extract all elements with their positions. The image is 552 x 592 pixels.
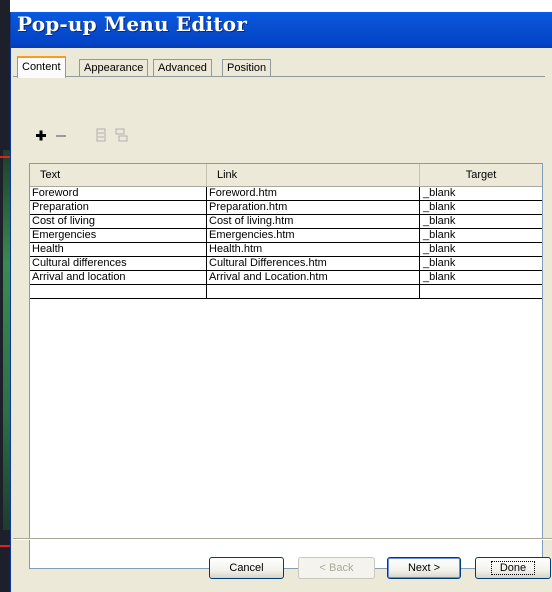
cell-link[interactable]: Arrival and Location.htm xyxy=(207,271,420,284)
cell-link[interactable]: Cultural Differences.htm xyxy=(207,257,420,270)
background-window-image xyxy=(3,150,10,530)
dialog-title: Pop-up Menu Editor xyxy=(11,12,552,48)
back-button[interactable]: < Back xyxy=(298,557,375,579)
cell-link[interactable]: Preparation.htm xyxy=(207,201,420,214)
cell-target[interactable] xyxy=(420,285,542,298)
menu-items-table: Text Link Target Foreword Foreword.htm _… xyxy=(29,163,543,569)
cell-link[interactable]: Emergencies.htm xyxy=(207,229,420,242)
cell-link[interactable]: Health.htm xyxy=(207,243,420,256)
cancel-button-label: Cancel xyxy=(229,562,264,574)
table-row[interactable]: Preparation Preparation.htm _blank xyxy=(30,201,542,215)
done-button[interactable]: Done xyxy=(475,557,551,579)
cell-text[interactable]: Emergencies xyxy=(30,229,207,242)
cancel-button[interactable]: Cancel xyxy=(209,557,284,579)
table-row[interactable]: Health Health.htm _blank xyxy=(30,243,542,257)
back-button-label: < Back xyxy=(319,562,354,574)
cell-text[interactable]: Foreword xyxy=(30,187,207,200)
table-row[interactable]: Cultural differences Cultural Difference… xyxy=(30,257,542,271)
cell-text[interactable]: Cost of living xyxy=(30,215,207,228)
indent-icon[interactable] xyxy=(93,127,109,143)
popup-menu-editor-dialog: Pop-up Menu Editor Content Appearance Ad… xyxy=(10,12,552,592)
table-header: Text Link Target xyxy=(30,164,542,187)
background-red-mark xyxy=(0,545,10,547)
table-row[interactable]: Cost of living Cost of living.htm _blank xyxy=(30,215,542,229)
done-button-label: Done xyxy=(490,561,536,575)
button-bar-divider-highlight xyxy=(13,539,552,540)
tab-advanced[interactable]: Advanced xyxy=(153,59,212,76)
cell-target[interactable]: _blank xyxy=(420,201,542,214)
next-button-label: Next > xyxy=(407,562,441,574)
next-button[interactable]: Next > xyxy=(387,557,461,579)
cell-target[interactable]: _blank xyxy=(420,229,542,242)
tab-position[interactable]: Position xyxy=(222,59,272,76)
column-header-link[interactable]: Link xyxy=(207,164,420,186)
cell-target[interactable]: _blank xyxy=(420,271,542,284)
tab-appearance[interactable]: Appearance xyxy=(79,59,149,76)
table-row[interactable]: Arrival and location Arrival and Locatio… xyxy=(30,271,542,285)
cell-target[interactable]: _blank xyxy=(420,215,542,228)
column-header-text[interactable]: Text xyxy=(30,164,207,186)
table-row[interactable]: Emergencies Emergencies.htm _blank xyxy=(30,229,542,243)
cell-target[interactable]: _blank xyxy=(420,257,542,270)
cell-text[interactable] xyxy=(30,285,207,298)
content-panel: Text Link Target Foreword Foreword.htm _… xyxy=(13,76,545,569)
column-header-target[interactable]: Target xyxy=(420,164,542,186)
background-red-mark xyxy=(0,156,10,158)
cell-link[interactable]: Cost of living.htm xyxy=(207,215,420,228)
cell-target[interactable]: _blank xyxy=(420,187,542,200)
cell-text[interactable]: Cultural differences xyxy=(30,257,207,270)
table-row[interactable]: Foreword Foreword.htm _blank xyxy=(30,187,542,201)
cell-link[interactable] xyxy=(207,285,420,298)
cell-text[interactable]: Preparation xyxy=(30,201,207,214)
table-row-empty[interactable] xyxy=(30,285,542,299)
tab-content[interactable]: Content xyxy=(17,56,66,78)
cell-target[interactable]: _blank xyxy=(420,243,542,256)
plus-icon[interactable] xyxy=(33,127,49,143)
outdent-icon[interactable] xyxy=(113,127,129,143)
cell-text[interactable]: Health xyxy=(30,243,207,256)
cell-text[interactable]: Arrival and location xyxy=(30,271,207,284)
cell-link[interactable]: Foreword.htm xyxy=(207,187,420,200)
minus-icon[interactable] xyxy=(53,127,69,143)
